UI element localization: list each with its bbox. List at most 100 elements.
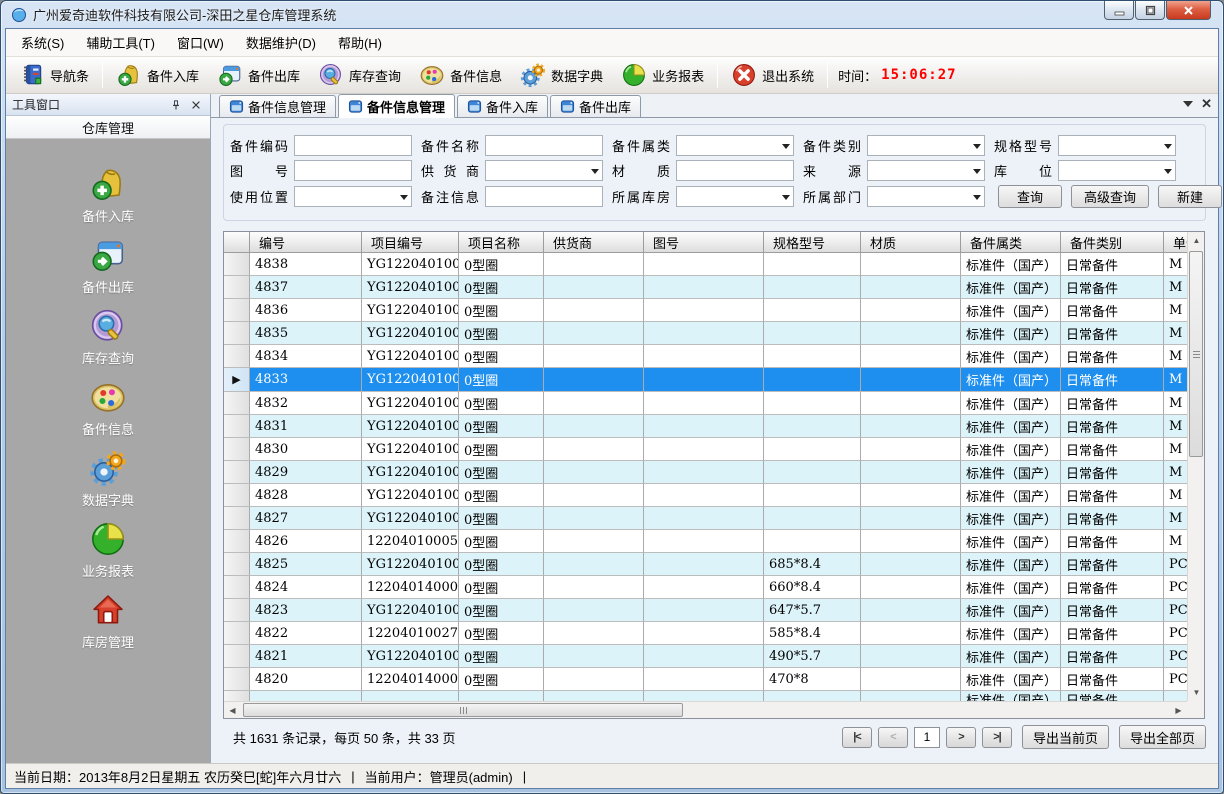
- table-row[interactable]: 4837YG122040100920型圈标准件（国产）日常备件M: [224, 276, 1187, 299]
- scroll-left-icon[interactable]: ◀: [225, 703, 240, 718]
- cell[interactable]: [861, 392, 961, 415]
- row-selector[interactable]: [224, 645, 250, 668]
- table-row[interactable]: 4834YG122040100890型圈标准件（国产）日常备件M: [224, 345, 1187, 368]
- cell[interactable]: 0型圈: [459, 299, 544, 322]
- table-row-partial[interactable]: 标准件（国产）日常备件: [224, 691, 1187, 701]
- table-row[interactable]: 4821YG122040100790型圈490*5.7标准件（国产）日常备件PC: [224, 645, 1187, 668]
- cell[interactable]: [764, 415, 861, 438]
- cell[interactable]: 4822: [250, 622, 362, 645]
- cell[interactable]: [764, 299, 861, 322]
- row-selector[interactable]: [224, 345, 250, 368]
- cell[interactable]: [764, 530, 861, 553]
- row-selector[interactable]: [224, 299, 250, 322]
- field-part-name[interactable]: [485, 135, 603, 156]
- horizontal-scroll-thumb[interactable]: [243, 703, 683, 717]
- menu-data-maintain[interactable]: 数据维护(D): [235, 30, 327, 55]
- cell[interactable]: 0型圈: [459, 645, 544, 668]
- cell[interactable]: [861, 668, 961, 691]
- minimize-button[interactable]: [1104, 1, 1134, 20]
- cell[interactable]: [644, 530, 764, 553]
- cell[interactable]: [764, 392, 861, 415]
- cell[interactable]: 标准件（国产）: [961, 345, 1061, 368]
- cell[interactable]: 标准件（国产）: [961, 599, 1061, 622]
- row-selector[interactable]: [224, 530, 250, 553]
- cell[interactable]: 日常备件: [1061, 438, 1164, 461]
- field-source[interactable]: [867, 160, 985, 181]
- cell[interactable]: [544, 276, 644, 299]
- cell[interactable]: [764, 322, 861, 345]
- cell[interactable]: [764, 438, 861, 461]
- cell[interactable]: [861, 438, 961, 461]
- table-row[interactable]: 4836YG122040100910型圈标准件（国产）日常备件M: [224, 299, 1187, 322]
- cell[interactable]: [544, 507, 644, 530]
- cell[interactable]: [544, 553, 644, 576]
- sidebar-item-parts-info[interactable]: 备件信息: [48, 378, 168, 438]
- cell[interactable]: 1220401400012: [362, 576, 459, 599]
- toolbar-inventory-query[interactable]: 库存查询: [309, 60, 410, 91]
- col-part-category[interactable]: 备件类别: [1061, 232, 1164, 253]
- menu-help[interactable]: 帮助(H): [327, 30, 393, 55]
- cell[interactable]: 0型圈: [459, 553, 544, 576]
- cell[interactable]: 标准件（国产）: [961, 576, 1061, 599]
- cell[interactable]: [644, 691, 764, 701]
- vertical-scroll-thumb[interactable]: [1189, 251, 1203, 457]
- cell[interactable]: [544, 322, 644, 345]
- cell[interactable]: 0型圈: [459, 622, 544, 645]
- cell[interactable]: [544, 368, 644, 392]
- cell[interactable]: 4830: [250, 438, 362, 461]
- toolbar-exit-system[interactable]: 退出系统: [722, 60, 823, 91]
- row-selector[interactable]: ▶: [224, 368, 250, 392]
- cell[interactable]: 0型圈: [459, 276, 544, 299]
- cell[interactable]: [861, 253, 961, 276]
- col-supplier[interactable]: 供货商: [544, 232, 644, 253]
- field-part-code[interactable]: [294, 135, 412, 156]
- toolbar-parts-outbound[interactable]: 备件出库: [208, 60, 309, 91]
- cell[interactable]: 660*8.4: [764, 576, 861, 599]
- sidebar-item-parts-outbound[interactable]: 备件出库: [48, 236, 168, 296]
- cell[interactable]: PC: [1164, 599, 1187, 622]
- toolbar-data-dictionary[interactable]: 数据字典: [511, 60, 612, 91]
- cell[interactable]: 标准件（国产）: [961, 438, 1061, 461]
- cell[interactable]: YG12204010092: [362, 276, 459, 299]
- cell[interactable]: YG12204010081: [362, 553, 459, 576]
- cell[interactable]: 0型圈: [459, 507, 544, 530]
- tab-parts-outbound[interactable]: 备件出库: [550, 95, 641, 117]
- cell[interactable]: [764, 507, 861, 530]
- cell[interactable]: 日常备件: [1061, 576, 1164, 599]
- cell[interactable]: M: [1164, 507, 1187, 530]
- cell[interactable]: [544, 392, 644, 415]
- cell[interactable]: [764, 276, 861, 299]
- row-selector[interactable]: [224, 276, 250, 299]
- cell[interactable]: [544, 253, 644, 276]
- cell[interactable]: [644, 299, 764, 322]
- advanced-query-button[interactable]: 高级查询: [1071, 185, 1149, 208]
- col-part-attr-class[interactable]: 备件属类: [961, 232, 1061, 253]
- cell[interactable]: YG12204010093: [362, 253, 459, 276]
- cell[interactable]: 0型圈: [459, 438, 544, 461]
- cell[interactable]: [764, 484, 861, 507]
- cell[interactable]: 日常备件: [1061, 599, 1164, 622]
- cell[interactable]: [861, 576, 961, 599]
- cell[interactable]: 日常备件: [1061, 691, 1164, 701]
- sidebar-item-data-dictionary[interactable]: 数据字典: [48, 449, 168, 509]
- cell[interactable]: 4838: [250, 253, 362, 276]
- cell[interactable]: 日常备件: [1061, 345, 1164, 368]
- cell[interactable]: [861, 276, 961, 299]
- close-button[interactable]: [1166, 1, 1211, 20]
- toolbar-navigator[interactable]: 导航条: [10, 60, 98, 91]
- col-project-name[interactable]: 项目名称: [459, 232, 544, 253]
- sidebar-item-warehouse-manage[interactable]: 库房管理: [48, 591, 168, 651]
- table-row[interactable]: 482612204010005990型圈标准件（国产）日常备件M: [224, 530, 1187, 553]
- cell[interactable]: 4835: [250, 322, 362, 345]
- field-warehouse[interactable]: [676, 186, 794, 207]
- cell[interactable]: 4825: [250, 553, 362, 576]
- cell[interactable]: [544, 622, 644, 645]
- cell[interactable]: [250, 691, 362, 701]
- table-row[interactable]: 4827YG122040100820型圈标准件（国产）日常备件M: [224, 507, 1187, 530]
- tab-parts-inbound[interactable]: 备件入库: [457, 95, 548, 117]
- cell[interactable]: 日常备件: [1061, 461, 1164, 484]
- cell[interactable]: 标准件（国产）: [961, 461, 1061, 484]
- row-selector[interactable]: [224, 622, 250, 645]
- cell[interactable]: [861, 507, 961, 530]
- field-part-attr-class[interactable]: [676, 135, 794, 156]
